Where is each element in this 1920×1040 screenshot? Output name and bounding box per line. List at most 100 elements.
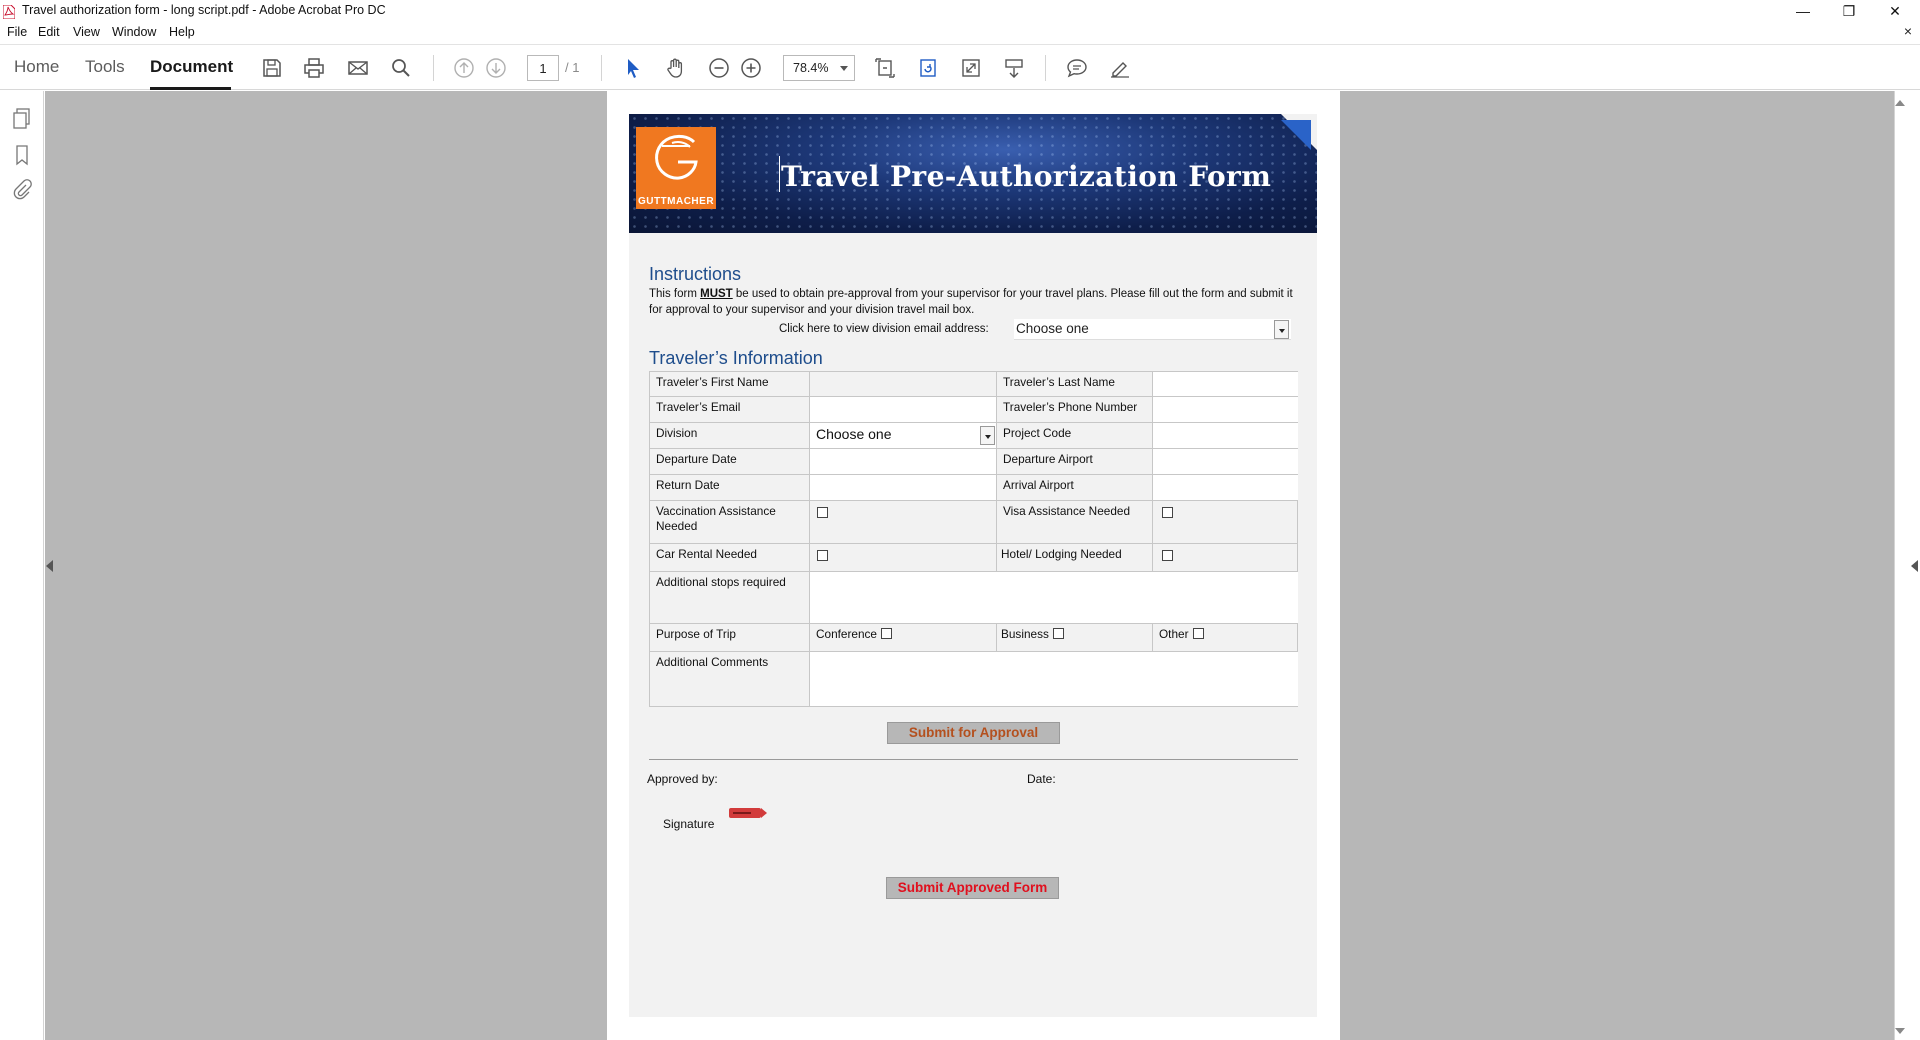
pen-sign-icon: [1111, 62, 1129, 78]
mail-icon: [348, 61, 368, 75]
arrival-airport-field[interactable]: [1153, 475, 1298, 501]
expand-right-pane-icon[interactable]: [1911, 560, 1918, 572]
minimize-button[interactable]: —: [1780, 0, 1826, 22]
business-label: Business: [1001, 627, 1049, 641]
car-rental-cell: [810, 544, 997, 572]
guttmacher-logo: GUTTMACHER: [636, 127, 716, 209]
rotate-view-button[interactable]: [915, 55, 941, 81]
comment-bubble-icon: [1067, 59, 1087, 78]
page-number-input[interactable]: 1: [527, 55, 559, 81]
hotel-checkbox[interactable]: [1162, 550, 1173, 561]
hand-icon: [667, 58, 683, 78]
last-name-label: Traveler’s Last Name: [997, 372, 1153, 397]
page-rotate-icon: [920, 59, 936, 77]
toolbar-separator: [433, 55, 434, 81]
other-checkbox[interactable]: [1192, 628, 1204, 639]
purpose-conference-option: Conference: [810, 624, 997, 652]
expand-icon: [962, 59, 980, 77]
form-title: Travel Pre-Authorization Form: [781, 160, 1272, 193]
full-screen-button[interactable]: [958, 55, 984, 81]
comment-button[interactable]: [1064, 55, 1090, 81]
visa-label: Visa Assistance Needed: [997, 501, 1153, 544]
last-name-field[interactable]: [1153, 372, 1298, 397]
bookmarks-button[interactable]: [11, 143, 33, 167]
return-date-field[interactable]: [810, 475, 997, 501]
additional-stops-field[interactable]: [810, 572, 1298, 624]
first-name-field[interactable]: [810, 372, 997, 397]
print-button[interactable]: [301, 55, 327, 81]
minimize-icon: —: [1796, 3, 1810, 19]
search-button[interactable]: [388, 55, 414, 81]
car-rental-checkbox[interactable]: [817, 550, 828, 561]
arrival-airport-label: Arrival Airport: [997, 475, 1153, 501]
departure-airport-field[interactable]: [1153, 449, 1298, 475]
car-rental-label: Car Rental Needed: [650, 544, 810, 572]
vaccination-checkbox[interactable]: [817, 507, 828, 518]
hand-tool-button[interactable]: [663, 55, 689, 81]
zoom-in-button[interactable]: [738, 55, 764, 81]
fit-page-button[interactable]: [872, 55, 898, 81]
toolbar: Home Tools Document 1 / 1 78.4%: [0, 44, 1920, 90]
departure-date-field[interactable]: [810, 449, 997, 475]
scrolling-mode-button[interactable]: [1001, 55, 1027, 81]
other-label: Other: [1159, 627, 1189, 641]
zoom-out-button[interactable]: [706, 55, 732, 81]
division-label: Division: [650, 423, 810, 449]
attachments-button[interactable]: [11, 177, 33, 201]
date-label: Date:: [1027, 772, 1056, 786]
fill-and-sign-button[interactable]: [1107, 55, 1133, 81]
chevron-down-icon[interactable]: [980, 426, 995, 445]
zoom-value: 78.4%: [793, 61, 829, 75]
business-checkbox[interactable]: [1052, 628, 1064, 639]
page-thumbnails-button[interactable]: [11, 107, 33, 131]
search-icon: [392, 59, 410, 77]
restore-button[interactable]: ❐: [1826, 0, 1872, 22]
zoom-in-icon: [741, 58, 761, 78]
banner-corner-accent: [1281, 120, 1311, 150]
division-email-select[interactable]: Choose one: [1014, 319, 1291, 340]
menu-window[interactable]: Window: [112, 25, 156, 39]
submit-for-approval-button[interactable]: Submit for Approval: [887, 722, 1060, 744]
email-button[interactable]: [345, 55, 371, 81]
save-button[interactable]: [259, 55, 285, 81]
scroll-down-icon[interactable]: [1895, 1028, 1905, 1034]
previous-page-button[interactable]: [451, 55, 477, 81]
collapse-left-pane-icon[interactable]: [46, 560, 53, 572]
project-code-label: Project Code: [997, 423, 1153, 449]
comments-field[interactable]: [810, 652, 1298, 706]
close-document-icon[interactable]: ×: [1904, 23, 1912, 39]
phone-label: Traveler’s Phone Number: [997, 397, 1153, 423]
departure-date-label: Departure Date: [650, 449, 810, 475]
zoom-level-select[interactable]: 78.4%: [783, 55, 855, 81]
submit-approved-form-button[interactable]: Submit Approved Form: [886, 877, 1059, 899]
visa-checkbox[interactable]: [1162, 507, 1173, 518]
signature-field-icon[interactable]: [729, 808, 767, 818]
menu-file[interactable]: File: [7, 25, 27, 39]
tab-document[interactable]: Document: [150, 57, 233, 77]
phone-field[interactable]: [1153, 397, 1298, 423]
comments-label: Additional Comments: [650, 652, 810, 706]
page-total: / 1: [565, 60, 580, 75]
chevron-down-icon[interactable]: [1274, 320, 1289, 339]
scroll-up-icon[interactable]: [1895, 100, 1905, 106]
window-title: Travel authorization form - long script.…: [22, 3, 386, 17]
tab-home[interactable]: Home: [14, 57, 59, 77]
project-code-field[interactable]: [1153, 423, 1298, 449]
menu-help[interactable]: Help: [169, 25, 195, 39]
hotel-label: Hotel/ Lodging Needed: [997, 544, 1153, 572]
division-select[interactable]: Choose one: [810, 423, 997, 449]
select-tool-button[interactable]: [620, 55, 646, 81]
title-bar: Travel authorization form - long script.…: [0, 0, 1920, 22]
tab-tools[interactable]: Tools: [85, 57, 125, 77]
close-window-button[interactable]: ✕: [1872, 0, 1918, 22]
menu-view[interactable]: View: [73, 25, 100, 39]
instructions-must: MUST: [700, 288, 733, 300]
scroll-mode-icon: [1005, 59, 1023, 78]
conference-checkbox[interactable]: [881, 628, 892, 639]
menu-edit[interactable]: Edit: [38, 25, 60, 39]
next-page-button[interactable]: [483, 55, 509, 81]
division-value: Choose one: [816, 426, 892, 442]
vaccination-label: Vaccination Assistance Needed: [650, 501, 810, 544]
email-field[interactable]: [810, 397, 997, 423]
toolbar-separator: [601, 55, 602, 81]
